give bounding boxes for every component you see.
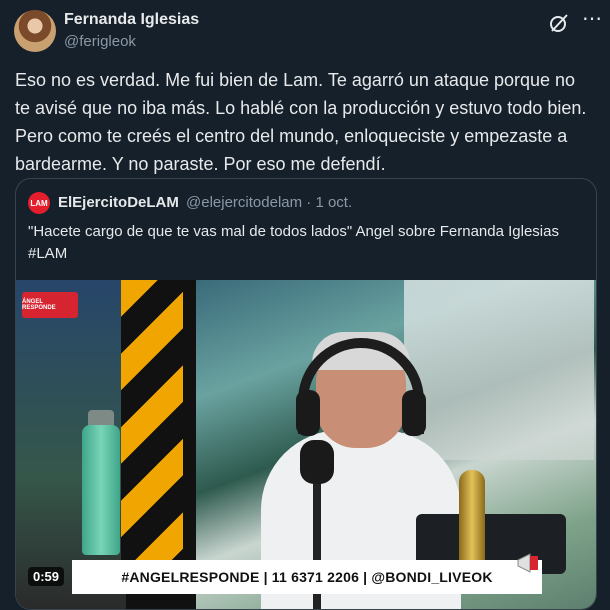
tweet-text: Eso no es verdad. Me fui bien de Lam. Te… [15, 70, 587, 174]
author-name[interactable]: Fernanda Iglesias [64, 11, 199, 29]
more-icon[interactable]: ⋯ [582, 6, 603, 31]
water-bottle [82, 425, 120, 555]
video-duration: 0:59 [28, 567, 65, 586]
avatar[interactable] [14, 10, 56, 52]
author-handle[interactable]: @ferigleok [64, 33, 136, 50]
quoted-avatar[interactable]: LAM [28, 192, 50, 214]
quoted-tweet-text: "Hacete cargo de que te vas mal de todos… [28, 221, 588, 265]
quoted-hashtag[interactable]: #LAM [28, 243, 588, 265]
quoted-tweet[interactable]: LAM ElEjercitoDeLAM @elejercitodelam · 1… [15, 178, 597, 610]
headphone-right [402, 390, 426, 436]
striped-panel [121, 280, 183, 570]
megaphone-icon [514, 548, 544, 578]
quoted-author-meta: @elejercitodelam · 1 oct. [186, 194, 353, 211]
video-banner: #ANGELRESPONDE | 11 6371 2206 | @BONDI_L… [72, 560, 542, 594]
grok-icon[interactable] [548, 12, 570, 34]
quoted-text-line: "Hacete cargo de que te vas mal de todos… [28, 223, 559, 240]
show-logo-badge: ÁNGEL RESPONDE [22, 292, 78, 318]
quoted-author-name[interactable]: ElEjercitoDeLAM [58, 194, 179, 211]
microphone [300, 440, 334, 484]
video-player[interactable]: ÁNGEL RESPONDE #ANGELRESPONDE | 11 6371 … [16, 280, 596, 609]
video-background-wall [404, 280, 594, 460]
headphone-left [296, 390, 320, 436]
